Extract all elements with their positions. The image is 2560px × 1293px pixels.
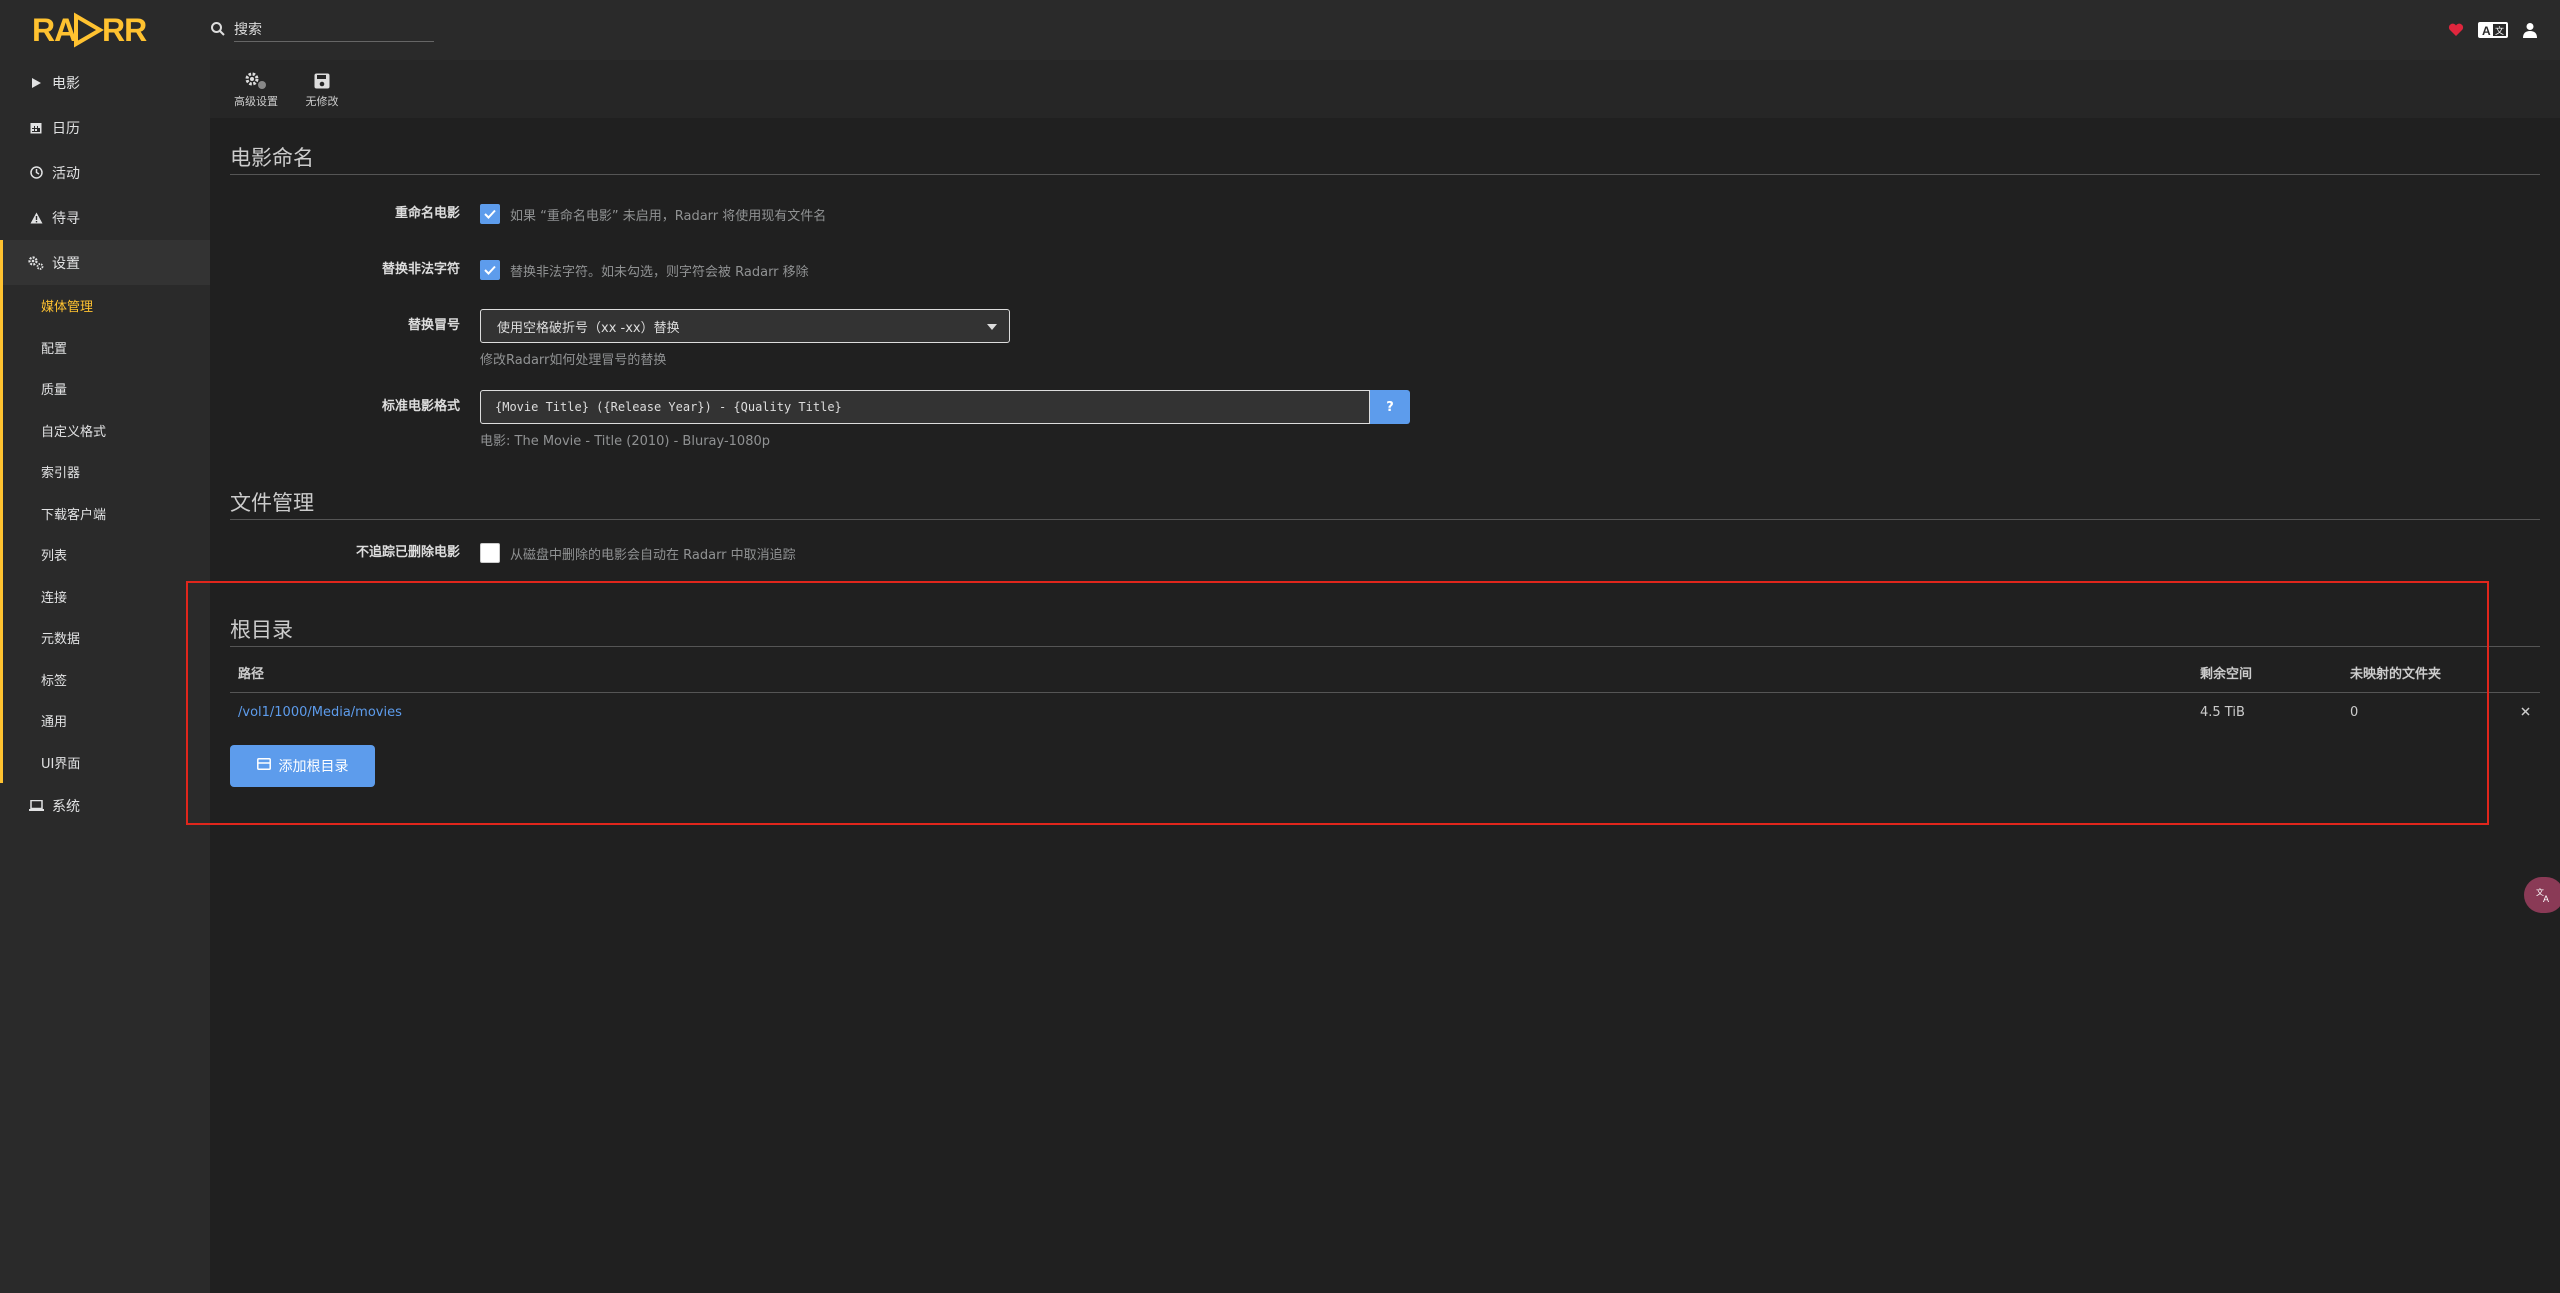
clock-icon xyxy=(28,165,44,181)
floating-translate-icon[interactable]: 文A xyxy=(2524,877,2560,913)
format-help-button[interactable]: ? xyxy=(1370,390,1410,424)
laptop-icon xyxy=(28,798,44,814)
warning-icon xyxy=(28,210,44,226)
save-label: 无修改 xyxy=(305,95,339,108)
colon-replacement-value: 使用空格破折号（xx -xx）替换 xyxy=(497,320,680,336)
subnav-tags[interactable]: 标签 xyxy=(3,659,210,701)
settings-subnav: 媒体管理 配置 质量 自定义格式 索引器 下载客户端 列表 连接 元数据 标签 … xyxy=(0,285,210,783)
movie-naming-section: 电影命名 重命名电影 如果 “重命名电影” 未启用，Radarr 将使用现有文件… xyxy=(230,142,2540,449)
colon-replacement-label: 替换冒号 xyxy=(407,318,460,333)
folder-icon xyxy=(256,758,271,774)
page-toolbar: 高级设置 无修改 xyxy=(210,60,2560,118)
subnav-custom-formats[interactable]: 自定义格式 xyxy=(3,410,210,452)
search-icon xyxy=(210,21,228,39)
sidebar-item-label: 设置 xyxy=(52,255,80,272)
column-header-free-space: 剩余空间 xyxy=(2200,667,2253,682)
movie-format-example: 电影: The Movie - Title (2010) - Bluray-10… xyxy=(480,434,770,449)
cogs-icon xyxy=(28,255,44,271)
delete-root-folder-icon[interactable] xyxy=(2510,705,2540,720)
sidebar-item-activity[interactable]: 活动 xyxy=(0,150,210,195)
search-bar xyxy=(210,0,434,60)
translate-icon[interactable]: A文 xyxy=(2478,20,2508,40)
svg-text:RA: RA xyxy=(32,12,77,48)
heart-icon[interactable] xyxy=(2446,20,2466,40)
calendar-icon xyxy=(28,120,44,136)
play-icon xyxy=(28,75,44,91)
subnav-profiles[interactable]: 配置 xyxy=(3,327,210,369)
table-row: /vol1/1000/Media/movies 4.5 TiB 0 xyxy=(230,693,2540,731)
colon-replacement-help: 修改Radarr如何处理冒号的替换 xyxy=(480,353,667,368)
sidebar-item-system[interactable]: 系统 xyxy=(0,783,210,828)
unmonitor-deleted-help: 从磁盘中删除的电影会自动在 Radarr 中取消追踪 xyxy=(510,547,796,563)
root-folder-free-space: 4.5 TiB xyxy=(2200,704,2245,720)
subnav-quality[interactable]: 质量 xyxy=(3,368,210,410)
advanced-settings-label: 高级设置 xyxy=(234,95,278,108)
svg-text:RR: RR xyxy=(102,12,147,48)
svg-text:文: 文 xyxy=(2495,25,2504,37)
section-title-file-management: 文件管理 xyxy=(230,487,2540,520)
save-button[interactable]: 无修改 xyxy=(294,69,350,109)
subnav-import-lists[interactable]: 列表 xyxy=(3,534,210,576)
subnav-download-clients[interactable]: 下载客户端 xyxy=(3,493,210,535)
rename-movies-checkbox[interactable] xyxy=(480,204,500,224)
cogs-icon xyxy=(243,69,269,93)
root-folders-section: 根目录 路径 剩余空间 未映射的文件夹 /vol1/1000/Media/mov… xyxy=(230,614,2540,787)
advanced-settings-button[interactable]: 高级设置 xyxy=(228,69,284,109)
caret-down-icon xyxy=(987,319,997,334)
unmonitor-deleted-checkbox[interactable] xyxy=(480,543,500,563)
add-root-folder-button[interactable]: 添加根目录 xyxy=(230,745,375,787)
sidebar-item-label: 活动 xyxy=(52,165,80,182)
section-title-root-folders: 根目录 xyxy=(230,614,2540,647)
sidebar-item-label: 日历 xyxy=(52,120,80,137)
movie-format-label: 标准电影格式 xyxy=(381,399,460,414)
sidebar-item-label: 电影 xyxy=(52,75,80,92)
save-icon xyxy=(314,69,330,93)
root-folder-unmapped-count: 0 xyxy=(2350,704,2359,720)
app-header: RA RR A文 xyxy=(0,0,2560,60)
user-icon[interactable] xyxy=(2520,20,2540,40)
sidebar: 电影 日历 活动 待寻 设置 媒体管理 配置 质量 自定义格式 索引器 下载客户… xyxy=(0,60,210,1293)
colon-replacement-select[interactable]: 使用空格破折号（xx -xx）替换 xyxy=(480,309,1010,343)
subnav-media-management[interactable]: 媒体管理 xyxy=(3,285,210,327)
sidebar-item-label: 待寻 xyxy=(52,210,80,227)
svg-text:A: A xyxy=(2482,24,2491,38)
column-header-unmapped: 未映射的文件夹 xyxy=(2350,667,2442,682)
subnav-metadata[interactable]: 元数据 xyxy=(3,617,210,659)
sidebar-item-wanted[interactable]: 待寻 xyxy=(0,195,210,240)
section-title-movie-naming: 电影命名 xyxy=(230,142,2540,175)
sidebar-item-movies[interactable]: 电影 xyxy=(0,60,210,105)
rename-movies-label: 重命名电影 xyxy=(394,206,460,221)
radarr-logo[interactable]: RA RR xyxy=(0,0,210,60)
subnav-indexers[interactable]: 索引器 xyxy=(3,451,210,493)
root-folder-path-link[interactable]: /vol1/1000/Media/movies xyxy=(238,705,402,720)
sidebar-item-settings[interactable]: 设置 xyxy=(0,240,210,285)
subnav-ui[interactable]: UI界面 xyxy=(3,742,210,784)
root-folders-table-header: 路径 剩余空间 未映射的文件夹 xyxy=(230,653,2540,693)
file-management-section: 文件管理 不追踪已删除电影 从磁盘中删除的电影会自动在 Radarr 中取消追踪 xyxy=(230,487,2540,564)
add-root-folder-label: 添加根目录 xyxy=(278,759,349,775)
sidebar-item-label: 系统 xyxy=(52,798,80,815)
replace-illegal-checkbox[interactable] xyxy=(480,260,500,280)
rename-movies-help: 如果 “重命名电影” 未启用，Radarr 将使用现有文件名 xyxy=(510,208,827,224)
column-header-path: 路径 xyxy=(238,667,265,682)
subnav-general[interactable]: 通用 xyxy=(3,700,210,742)
svg-text:A: A xyxy=(2543,894,2549,903)
subnav-connect[interactable]: 连接 xyxy=(3,576,210,618)
unmonitor-deleted-label: 不追踪已删除电影 xyxy=(355,545,460,560)
replace-illegal-label: 替换非法字符 xyxy=(381,262,460,277)
sidebar-item-calendar[interactable]: 日历 xyxy=(0,105,210,150)
search-input[interactable] xyxy=(234,18,434,42)
replace-illegal-help: 替换非法字符。如未勾选，则字符会被 Radarr 移除 xyxy=(510,264,809,280)
movie-format-input[interactable]: {Movie Title} ({Release Year}) - {Qualit… xyxy=(480,390,1370,424)
settings-content: 电影命名 重命名电影 如果 “重命名电影” 未启用，Radarr 将使用现有文件… xyxy=(230,118,2540,787)
